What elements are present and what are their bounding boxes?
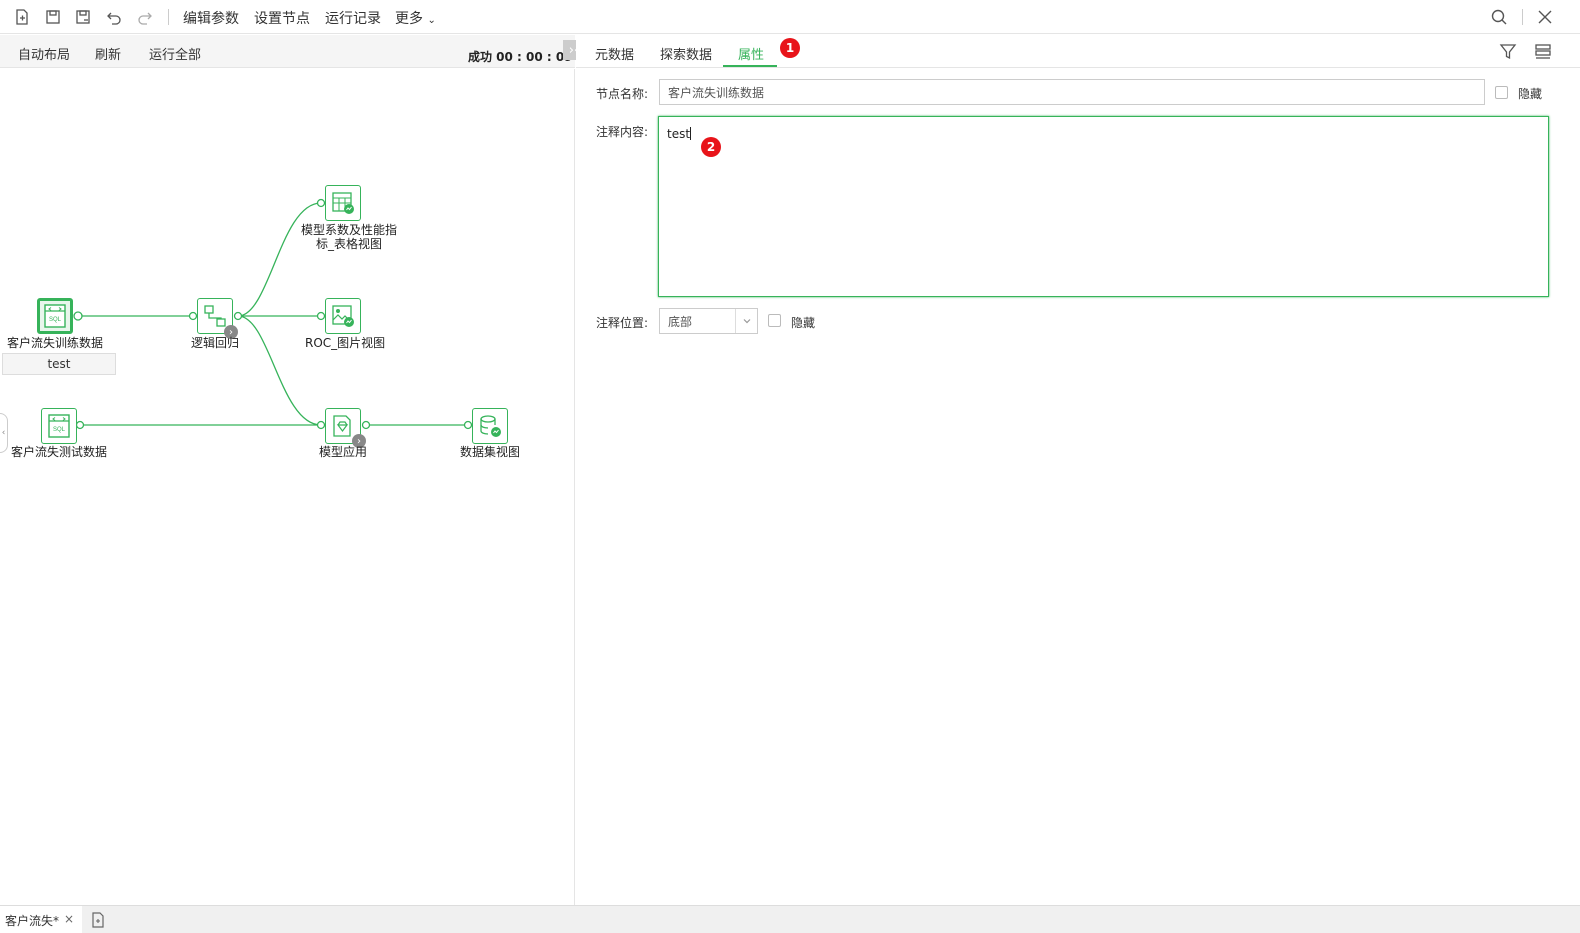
node-label: 客户流失训练数据 bbox=[7, 336, 104, 350]
node-train-data[interactable]: SQL bbox=[37, 298, 73, 334]
node-label: ROC_图片视图 bbox=[305, 336, 386, 350]
node-comment: test bbox=[2, 353, 116, 375]
filter-icon[interactable] bbox=[1498, 42, 1518, 62]
save-as-icon[interactable] bbox=[73, 7, 93, 27]
port bbox=[188, 311, 198, 321]
tab-properties[interactable]: 属性 bbox=[738, 44, 764, 63]
canvas-toolbar: 自动布局 刷新 运行全部 成功 00 : 00 : 09 bbox=[0, 35, 575, 68]
node-label-line-1: 模型系数及性能指 bbox=[301, 223, 398, 237]
node-name-label: 节点名称: bbox=[596, 87, 649, 101]
search-icon[interactable] bbox=[1489, 7, 1509, 27]
text-caret bbox=[690, 127, 692, 140]
port bbox=[361, 420, 371, 430]
port bbox=[316, 311, 326, 321]
save-icon[interactable] bbox=[43, 7, 63, 27]
refresh-button[interactable]: 刷新 bbox=[95, 44, 121, 63]
menu-edit-params[interactable]: 编辑参数 bbox=[183, 8, 239, 28]
sql-text: SQL bbox=[49, 317, 62, 323]
comment-position-label: 注释位置: bbox=[596, 316, 649, 330]
active-tab-indicator bbox=[723, 65, 777, 67]
workflow-canvas[interactable]: SQL 客户流失训练数据 test › 逻辑回归 模型系数及性能指 标_表格视图 bbox=[0, 69, 575, 905]
dataset-view-icon bbox=[480, 415, 501, 437]
sql-icon: SQL bbox=[48, 414, 70, 438]
port bbox=[233, 311, 243, 321]
chevron-down-icon bbox=[735, 309, 757, 333]
chevron-down-icon: ⌄ bbox=[427, 15, 436, 26]
hide-comment-label: 隐藏 bbox=[791, 316, 816, 330]
hide-name-checkbox[interactable] bbox=[1495, 86, 1508, 99]
tab-explore-data[interactable]: 探索数据 bbox=[660, 44, 712, 63]
list-icon[interactable] bbox=[1533, 42, 1553, 62]
model-apply-icon bbox=[333, 415, 351, 437]
comment-position-value: 底部 bbox=[668, 314, 693, 329]
tab-metadata[interactable]: 元数据 bbox=[595, 44, 634, 63]
menu-more-label: 更多 bbox=[395, 11, 423, 27]
toolbar-divider bbox=[168, 9, 169, 25]
node-name-input[interactable]: 客户流失训练数据 bbox=[659, 79, 1485, 105]
run-all-button[interactable]: 运行全部 bbox=[149, 44, 201, 63]
connections bbox=[73, 198, 473, 430]
node-test-data[interactable]: SQL bbox=[41, 408, 77, 444]
menu-more[interactable]: 更多 ⌄ bbox=[395, 8, 436, 28]
node-label: 模型应用 bbox=[319, 445, 368, 459]
new-file-icon[interactable] bbox=[12, 7, 32, 27]
edge-regression-to-table bbox=[237, 202, 322, 317]
step-marker-1: 1 bbox=[780, 38, 800, 58]
close-icon[interactable] bbox=[1535, 7, 1555, 27]
port bbox=[463, 420, 473, 430]
comment-textarea[interactable]: test bbox=[658, 116, 1549, 297]
menu-run-history[interactable]: 运行记录 bbox=[325, 8, 381, 28]
undo-icon[interactable] bbox=[104, 7, 124, 27]
port bbox=[75, 420, 85, 430]
image-view-icon bbox=[332, 305, 354, 327]
tab-label: 客户流失* bbox=[5, 913, 60, 928]
hide-name-label: 隐藏 bbox=[1518, 87, 1543, 101]
properties-tabs: 元数据 探索数据 属性 1 bbox=[576, 35, 1580, 68]
edge-regression-to-apply bbox=[237, 315, 322, 426]
hide-comment-checkbox[interactable] bbox=[768, 314, 781, 327]
comment-text: test bbox=[667, 127, 691, 141]
toolbar-divider bbox=[1522, 9, 1523, 25]
document-tabs: 客户流失* × bbox=[0, 905, 1580, 933]
port bbox=[316, 420, 326, 430]
sql-icon: SQL bbox=[44, 304, 66, 328]
table-view-icon bbox=[332, 192, 354, 214]
node-label: 模型系数及性能指 标_表格视图 bbox=[301, 223, 397, 251]
node-label: 客户流失测试数据 bbox=[11, 445, 108, 459]
comment-position-select[interactable]: 底部 bbox=[659, 308, 758, 334]
menu-set-node[interactable]: 设置节点 bbox=[254, 8, 310, 28]
new-tab-icon[interactable] bbox=[90, 911, 106, 929]
logistic-regression-icon bbox=[204, 305, 226, 327]
node-label: 数据集视图 bbox=[460, 445, 521, 459]
main-toolbar: 编辑参数 设置节点 运行记录 更多 ⌄ bbox=[0, 0, 1580, 34]
auto-layout-button[interactable]: 自动布局 bbox=[18, 44, 70, 63]
step-marker-2: 2 bbox=[701, 137, 721, 157]
sql-text: SQL bbox=[53, 427, 66, 433]
port bbox=[73, 311, 83, 321]
node-label-line-2: 标_表格视图 bbox=[315, 237, 382, 251]
redo-icon[interactable] bbox=[135, 7, 155, 27]
chevron-left-icon[interactable]: ‹ bbox=[0, 413, 8, 453]
node-label: 逻辑回归 bbox=[191, 336, 240, 350]
close-tab-icon[interactable]: × bbox=[64, 912, 74, 926]
port bbox=[316, 198, 326, 208]
node-table-view[interactable] bbox=[325, 185, 361, 221]
node-roc-image-view[interactable] bbox=[325, 298, 361, 334]
comment-label: 注释内容: bbox=[596, 125, 649, 139]
node-dataset-view[interactable] bbox=[472, 408, 508, 444]
run-status: 成功 00 : 00 : 09 bbox=[468, 50, 573, 64]
